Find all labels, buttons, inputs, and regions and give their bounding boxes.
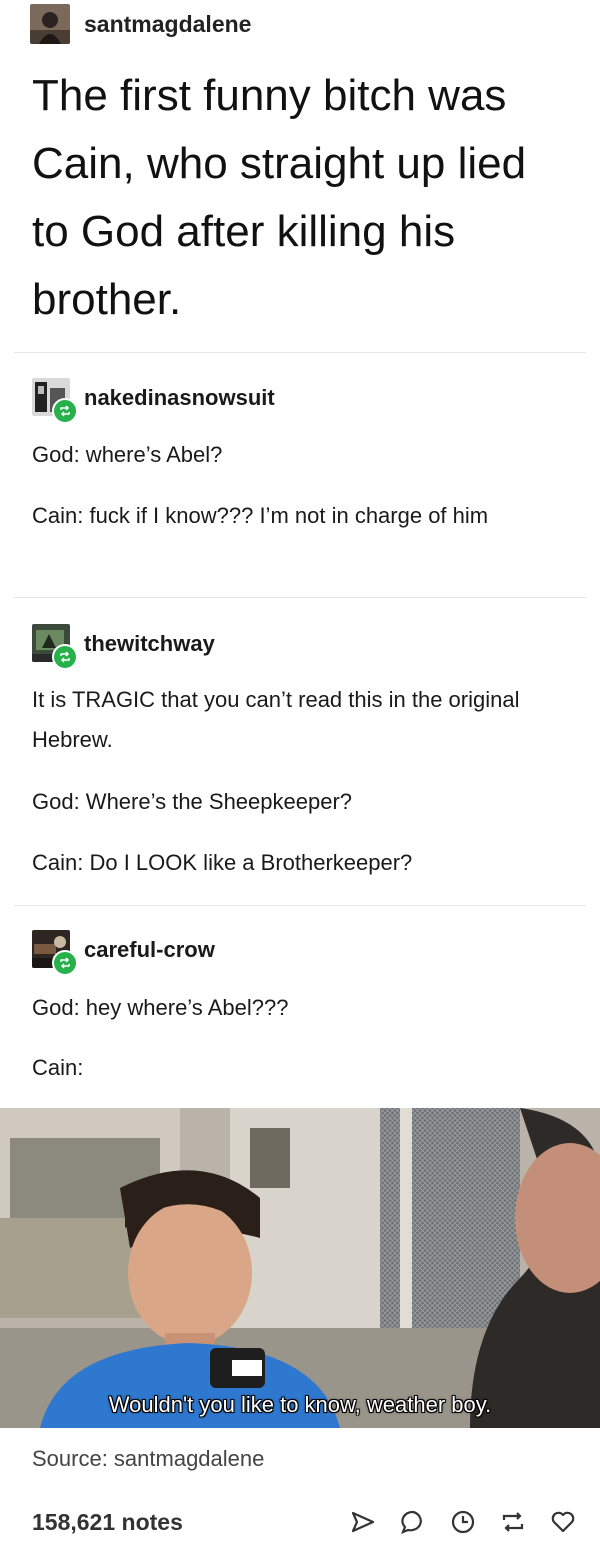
- reblog-username[interactable]: thewitchway: [84, 631, 215, 657]
- reblog-username[interactable]: careful-crow: [84, 937, 215, 963]
- avatar[interactable]: [32, 624, 78, 670]
- poster-username[interactable]: santmagdalene: [84, 11, 251, 38]
- like-icon[interactable]: [548, 1507, 578, 1537]
- divider: [14, 597, 586, 598]
- reblog-header[interactable]: nakedinasnowsuit: [32, 378, 275, 424]
- reblog-line: Cain:: [32, 1055, 84, 1080]
- reblog-line: God: Where’s the Sheepkeeper?: [32, 789, 353, 814]
- reblog-line: Cain: Do I LOOK like a Brotherkeeper?: [32, 850, 413, 875]
- reply-icon[interactable]: [398, 1507, 428, 1537]
- reblog-header[interactable]: careful-crow: [32, 930, 215, 976]
- reblog-header[interactable]: thewitchway: [32, 624, 215, 670]
- avatar[interactable]: [32, 930, 78, 976]
- divider: [14, 352, 586, 353]
- meme-caption: Wouldn't you like to know, weather boy.: [108, 1392, 492, 1417]
- reblog-line: Cain: fuck if I know??? I’m not in charg…: [32, 503, 489, 528]
- post-card: santmagdalene The first funny bitch was …: [0, 0, 600, 1545]
- reblog-badge-icon: [52, 644, 78, 670]
- reblog-username[interactable]: nakedinasnowsuit: [84, 385, 275, 411]
- post-footer: 158,621 notes: [32, 1500, 578, 1544]
- meme-image: Wouldn't you like to know, weather boy.: [0, 1108, 600, 1428]
- reblog-line: It is TRAGIC that you can’t read this in…: [32, 687, 520, 752]
- meme-scene: [0, 1108, 600, 1428]
- avatar[interactable]: [30, 4, 70, 44]
- source-link[interactable]: Source: santmagdalene: [32, 1446, 264, 1472]
- share-icon[interactable]: [348, 1507, 378, 1537]
- action-bar: [348, 1507, 578, 1537]
- reblog-badge-icon: [52, 950, 78, 976]
- post-text: The first funny bitch was Cain, who stra…: [32, 71, 527, 324]
- notes-count[interactable]: 158,621 notes: [32, 1509, 183, 1536]
- reblog-line: God: where’s Abel?: [32, 442, 223, 467]
- reblog-line: God: hey where’s Abel???: [32, 995, 289, 1020]
- divider: [14, 905, 586, 906]
- original-poster[interactable]: santmagdalene: [30, 4, 251, 44]
- history-icon[interactable]: [448, 1507, 478, 1537]
- avatar[interactable]: [32, 378, 78, 424]
- reblog-badge-icon: [52, 398, 78, 424]
- reblog-icon[interactable]: [498, 1507, 528, 1537]
